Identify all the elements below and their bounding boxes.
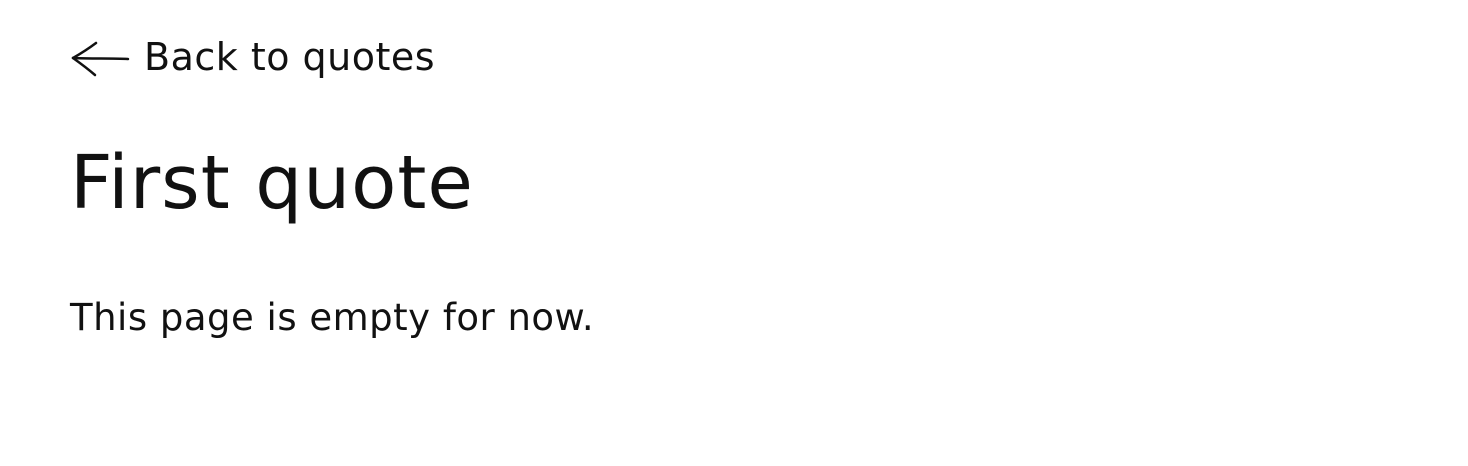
- arrow-left-icon: [70, 37, 130, 77]
- page-title: First quote: [70, 140, 474, 226]
- page-body-text: This page is empty for now.: [70, 296, 595, 339]
- back-link-label: Back to quotes: [144, 35, 436, 79]
- back-to-quotes-link[interactable]: Back to quotes: [70, 34, 435, 80]
- quote-page: Back to quotes First quote This page is …: [70, 0, 1398, 466]
